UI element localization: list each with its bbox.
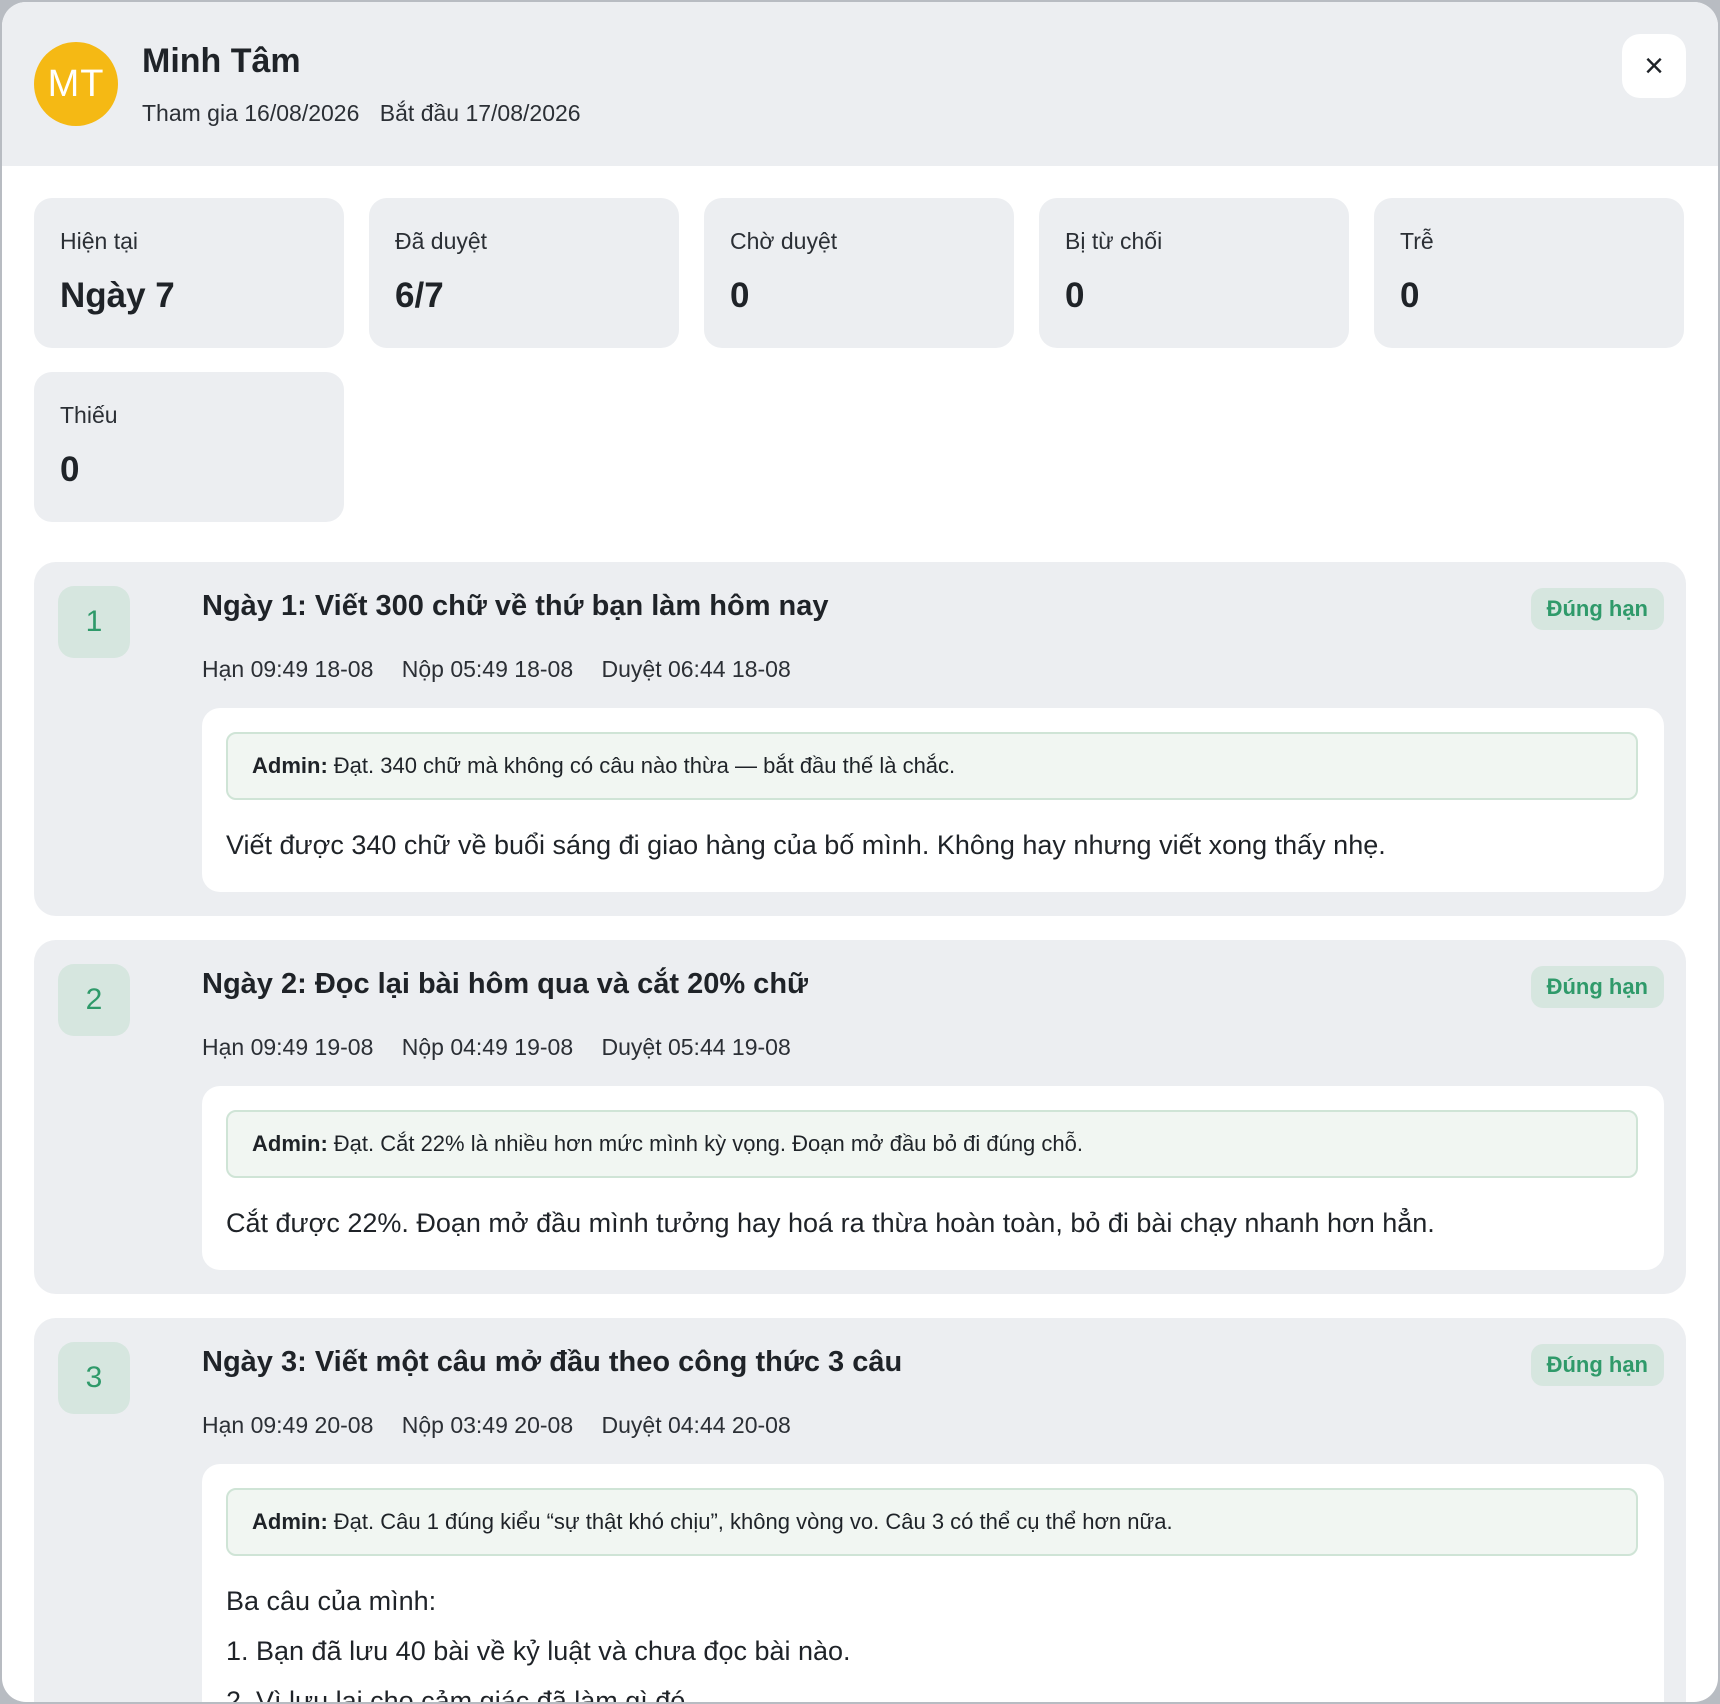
deadline-time: Hạn 09:49 19-08 — [202, 1034, 374, 1060]
submitted-time: Nộp 03:49 20-08 — [401, 1412, 574, 1438]
submission-text: Viết được 340 chữ về buổi sáng đi giao h… — [226, 820, 1646, 870]
deadline-time: Hạn 09:49 20-08 — [202, 1412, 374, 1438]
submission-text: Ba câu của mình: 1. Bạn đã lưu 40 bài về… — [226, 1576, 1646, 1702]
stat-current: Hiện tại Ngày 7 — [34, 198, 344, 348]
admin-note-text: Đạt. Cắt 22% là nhiều hơn mức mình kỳ vọ… — [333, 1131, 1083, 1156]
admin-label: Admin: — [252, 753, 328, 778]
start-date: Bắt đầu 17/08/2026 — [379, 100, 581, 126]
task-times: Hạn 09:49 19-08 Nộp 04:49 19-08 Duyệt 05… — [202, 1034, 813, 1061]
approved-time: Duyệt 05:44 19-08 — [601, 1034, 791, 1060]
stat-value: 0 — [1400, 276, 1420, 315]
member-detail-modal: MT Minh Tâm Tham gia 16/08/2026 Bắt đầu … — [2, 2, 1718, 1702]
submission-line: 2. Vì lưu lại cho cảm giác đã làm gì đó. — [226, 1686, 693, 1702]
joined-date: Tham gia 16/08/2026 — [142, 100, 360, 126]
task-card: 1 Ngày 1: Viết 300 chữ về thứ bạn làm hô… — [34, 562, 1686, 916]
stat-value: 0 — [730, 276, 750, 315]
submission-line: Viết được 340 chữ về buổi sáng đi giao h… — [226, 830, 1386, 860]
admin-note: Admin: Đạt. Cắt 22% là nhiều hơn mức mìn… — [226, 1110, 1638, 1178]
approved-time: Duyệt 06:44 18-08 — [601, 656, 791, 682]
close-icon: × — [1644, 46, 1664, 85]
task-number: 1 — [58, 586, 130, 658]
stat-approved: Đã duyệt 6/7 — [369, 198, 679, 348]
task-number: 2 — [58, 964, 130, 1036]
member-name: Minh Tâm — [142, 42, 301, 80]
status-badge: Đúng hạn — [1530, 588, 1664, 630]
admin-note-text: Đạt. 340 chữ mà không có câu nào thừa — … — [333, 753, 956, 778]
submission-text: Cắt được 22%. Đoạn mở đầu mình tưởng hay… — [226, 1198, 1646, 1248]
task-card: 3 Ngày 3: Viết một câu mở đầu theo công … — [34, 1318, 1686, 1702]
task-body: Admin: Đạt. Câu 1 đúng kiểu “sự thật khó… — [202, 1464, 1664, 1702]
stat-value: Ngày 7 — [60, 276, 175, 315]
stat-value: 0 — [60, 450, 80, 489]
stat-rejected: Bị từ chối 0 — [1039, 198, 1349, 348]
task-title: Ngày 3: Viết một câu mở đầu theo công th… — [202, 1346, 903, 1378]
modal-header: MT Minh Tâm Tham gia 16/08/2026 Bắt đầu … — [2, 2, 1718, 166]
submitted-time: Nộp 05:49 18-08 — [401, 656, 574, 682]
task-times: Hạn 09:49 18-08 Nộp 05:49 18-08 Duyệt 06… — [202, 656, 813, 683]
submission-line: Cắt được 22%. Đoạn mở đầu mình tưởng hay… — [226, 1208, 1435, 1238]
avatar: MT — [34, 42, 118, 126]
stat-value: 0 — [1065, 276, 1085, 315]
task-times: Hạn 09:49 20-08 Nộp 03:49 20-08 Duyệt 04… — [202, 1412, 813, 1439]
deadline-time: Hạn 09:49 18-08 — [202, 656, 374, 682]
stat-value: 6/7 — [395, 276, 444, 315]
admin-label: Admin: — [252, 1131, 328, 1156]
admin-note: Admin: Đạt. 340 chữ mà không có câu nào … — [226, 732, 1638, 800]
stat-label: Chờ duyệt — [730, 228, 838, 254]
stat-missing: Thiếu 0 — [34, 372, 344, 522]
task-body: Admin: Đạt. 340 chữ mà không có câu nào … — [202, 708, 1664, 892]
task-card: 2 Ngày 2: Đọc lại bài hôm qua và cắt 20%… — [34, 940, 1686, 1294]
task-body: Admin: Đạt. Cắt 22% là nhiều hơn mức mìn… — [202, 1086, 1664, 1270]
task-title: Ngày 2: Đọc lại bài hôm qua và cắt 20% c… — [202, 968, 809, 1000]
stat-label: Thiếu — [60, 402, 118, 428]
status-badge: Đúng hạn — [1530, 1344, 1664, 1386]
stat-late: Trễ 0 — [1374, 198, 1684, 348]
close-button[interactable]: × — [1622, 34, 1686, 98]
task-title: Ngày 1: Viết 300 chữ về thứ bạn làm hôm … — [202, 590, 829, 622]
stat-label: Bị từ chối — [1065, 228, 1163, 254]
stat-pending: Chờ duyệt 0 — [704, 198, 1014, 348]
approved-time: Duyệt 04:44 20-08 — [601, 1412, 791, 1438]
admin-label: Admin: — [252, 1509, 328, 1534]
stat-label: Trễ — [1400, 228, 1434, 254]
status-badge: Đúng hạn — [1530, 966, 1664, 1008]
member-dates: Tham gia 16/08/2026 Bắt đầu 17/08/2026 — [142, 100, 595, 127]
submitted-time: Nộp 04:49 19-08 — [401, 1034, 574, 1060]
submission-line: Ba câu của mình: — [226, 1586, 437, 1616]
stat-label: Hiện tại — [60, 228, 138, 254]
task-number: 3 — [58, 1342, 130, 1414]
submission-line: 1. Bạn đã lưu 40 bài về kỷ luật và chưa … — [226, 1636, 851, 1666]
stat-label: Đã duyệt — [395, 228, 488, 254]
admin-note-text: Đạt. Câu 1 đúng kiểu “sự thật khó chịu”,… — [333, 1509, 1173, 1534]
admin-note: Admin: Đạt. Câu 1 đúng kiểu “sự thật khó… — [226, 1488, 1638, 1556]
